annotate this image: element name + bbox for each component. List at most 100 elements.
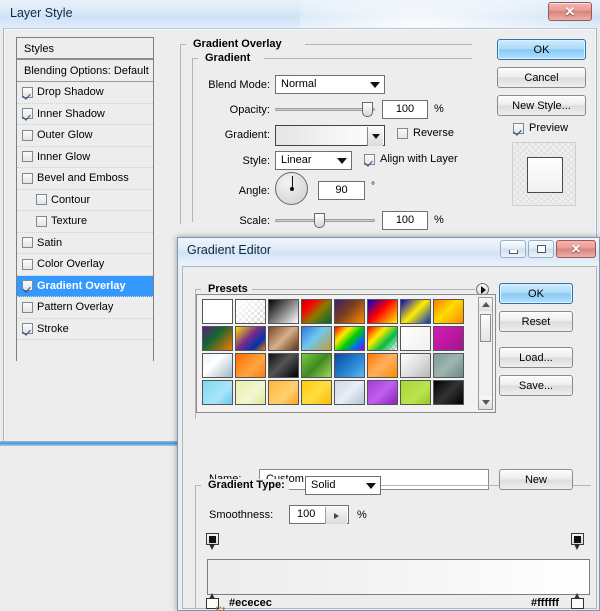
- gradient-preset-swatch[interactable]: [301, 353, 332, 378]
- gradient-preset-swatch[interactable]: [268, 380, 299, 405]
- scroll-up-arrow-icon[interactable]: [479, 298, 492, 311]
- gradient-preset-swatch[interactable]: [367, 326, 398, 351]
- style-checkbox[interactable]: [36, 194, 47, 206]
- scale-input[interactable]: 100: [382, 211, 428, 230]
- sidebar-item-color-overlay[interactable]: Color Overlay: [17, 254, 153, 276]
- scrollbar-thumb[interactable]: [480, 314, 491, 342]
- opacity-stop-right[interactable]: [571, 533, 584, 550]
- presets-scrollbar[interactable]: [478, 297, 493, 410]
- gradient-preset-swatch[interactable]: [334, 326, 365, 351]
- gradient-preset-swatch[interactable]: [433, 380, 464, 405]
- gradient-preset-swatch[interactable]: [301, 380, 332, 405]
- opacity-slider-knob[interactable]: [362, 102, 373, 117]
- gradient-preset-swatch[interactable]: [301, 326, 332, 351]
- gradient-preset-swatch[interactable]: [301, 299, 332, 324]
- scale-slider-knob[interactable]: [314, 213, 325, 228]
- sidebar-item-gradient-overlay[interactable]: Gradient Overlay: [17, 275, 153, 297]
- gradient-preset-swatch[interactable]: [334, 353, 365, 378]
- gradient-preset-swatch[interactable]: [367, 299, 398, 324]
- gradient-preset-swatch[interactable]: [433, 353, 464, 378]
- color-stop-right[interactable]: [571, 593, 584, 610]
- new-style-button[interactable]: New Style...: [497, 95, 586, 116]
- style-checkbox[interactable]: [22, 129, 33, 141]
- maximize-icon[interactable]: [528, 240, 554, 258]
- scroll-down-arrow-icon[interactable]: [479, 396, 492, 409]
- style-select[interactable]: Linear: [275, 151, 352, 170]
- gradient-preview-bar[interactable]: [207, 559, 590, 595]
- style-checkbox[interactable]: [22, 301, 33, 313]
- gradient-preset-swatch[interactable]: [400, 326, 431, 351]
- gradient-picker-button[interactable]: [367, 127, 383, 146]
- gradient-preset-swatch[interactable]: [202, 353, 233, 378]
- gradient-preset-swatch[interactable]: [334, 299, 365, 324]
- align-with-layer-row[interactable]: Align with Layer: [364, 153, 458, 165]
- style-checkbox[interactable]: [22, 151, 33, 163]
- scale-slider-track[interactable]: [275, 219, 375, 222]
- ge-ok-button[interactable]: OK: [499, 283, 573, 304]
- close-icon[interactable]: ✕: [548, 2, 592, 21]
- layer-style-titlebar[interactable]: Layer Style ✕: [0, 0, 600, 50]
- sidebar-item-texture[interactable]: Texture: [17, 211, 153, 233]
- ge-new-button[interactable]: New: [499, 469, 573, 490]
- sidebar-item-contour[interactable]: Contour: [17, 189, 153, 211]
- gradient-preset-swatch[interactable]: [202, 299, 233, 324]
- gradient-preset-swatch[interactable]: [334, 380, 365, 405]
- sidebar-item-satin[interactable]: Satin: [17, 232, 153, 254]
- gradient-preset-swatch[interactable]: [268, 353, 299, 378]
- angle-input[interactable]: 90: [318, 181, 365, 200]
- sidebar-item-stroke[interactable]: Stroke: [17, 318, 153, 340]
- gradient-preset-swatch[interactable]: [235, 380, 266, 405]
- gradient-preset-swatch[interactable]: [400, 299, 431, 324]
- gradient-preview-swatch[interactable]: [275, 125, 385, 146]
- style-checkbox[interactable]: [36, 215, 47, 227]
- gradient-preset-swatch[interactable]: [367, 380, 398, 405]
- preview-checkbox[interactable]: [513, 122, 524, 134]
- gradient-editor-titlebar[interactable]: Gradient Editor ✕: [178, 238, 599, 265]
- blend-mode-select[interactable]: Normal: [275, 75, 385, 94]
- minimize-icon[interactable]: [500, 240, 526, 258]
- sidebar-item-inner-shadow[interactable]: Inner Shadow: [17, 103, 153, 125]
- style-checkbox[interactable]: [22, 86, 33, 98]
- gradient-preset-swatch[interactable]: [268, 326, 299, 351]
- style-checkbox[interactable]: [22, 323, 33, 335]
- gradient-preset-swatch[interactable]: [400, 380, 431, 405]
- close-icon[interactable]: ✕: [556, 240, 596, 258]
- opacity-input[interactable]: 100: [382, 100, 428, 119]
- style-checkbox[interactable]: [22, 172, 33, 184]
- style-checkbox[interactable]: [22, 280, 33, 292]
- smoothness-input[interactable]: 100: [289, 505, 349, 524]
- gradient-preset-swatch[interactable]: [202, 326, 233, 351]
- ok-button[interactable]: OK: [497, 39, 586, 60]
- ge-reset-button[interactable]: Reset: [499, 311, 573, 332]
- gradient-preset-swatch[interactable]: [235, 353, 266, 378]
- style-checkbox[interactable]: [22, 258, 33, 270]
- ge-save-button[interactable]: Save...: [499, 375, 573, 396]
- style-checkbox[interactable]: [22, 108, 33, 120]
- smoothness-stepper[interactable]: [325, 507, 347, 524]
- sidebar-item-blending-options[interactable]: Blending Options: Default: [17, 60, 153, 82]
- reverse-checkbox[interactable]: [397, 127, 408, 139]
- style-checkbox[interactable]: [22, 237, 33, 249]
- cancel-button[interactable]: Cancel: [497, 67, 586, 88]
- gradient-preset-swatch[interactable]: [400, 353, 431, 378]
- gradient-preset-swatch[interactable]: [367, 353, 398, 378]
- preview-checkbox-row[interactable]: Preview: [513, 122, 568, 134]
- align-with-layer-checkbox[interactable]: [364, 153, 375, 165]
- sidebar-item-pattern-overlay[interactable]: Pattern Overlay: [17, 297, 153, 319]
- sidebar-item-inner-glow[interactable]: Inner Glow: [17, 146, 153, 168]
- gradient-preset-swatch[interactable]: [235, 326, 266, 351]
- sidebar-item-outer-glow[interactable]: Outer Glow: [17, 125, 153, 147]
- presets-swatch-box[interactable]: [196, 294, 496, 413]
- gradient-preset-swatch[interactable]: [433, 299, 464, 324]
- gradient-preset-swatch[interactable]: [268, 299, 299, 324]
- ge-load-button[interactable]: Load...: [499, 347, 573, 368]
- sidebar-item-bevel-and-emboss[interactable]: Bevel and Emboss: [17, 168, 153, 190]
- gradient-preset-swatch[interactable]: [202, 380, 233, 405]
- gradient-preset-swatch[interactable]: [235, 299, 266, 324]
- reverse-checkbox-row[interactable]: Reverse: [397, 127, 454, 139]
- presets-swatch-grid[interactable]: [201, 298, 469, 411]
- sidebar-item-drop-shadow[interactable]: Drop Shadow: [17, 82, 153, 104]
- gradient-preset-swatch[interactable]: [433, 326, 464, 351]
- gradient-type-select[interactable]: Solid: [305, 476, 381, 495]
- opacity-stop-left[interactable]: [206, 533, 219, 550]
